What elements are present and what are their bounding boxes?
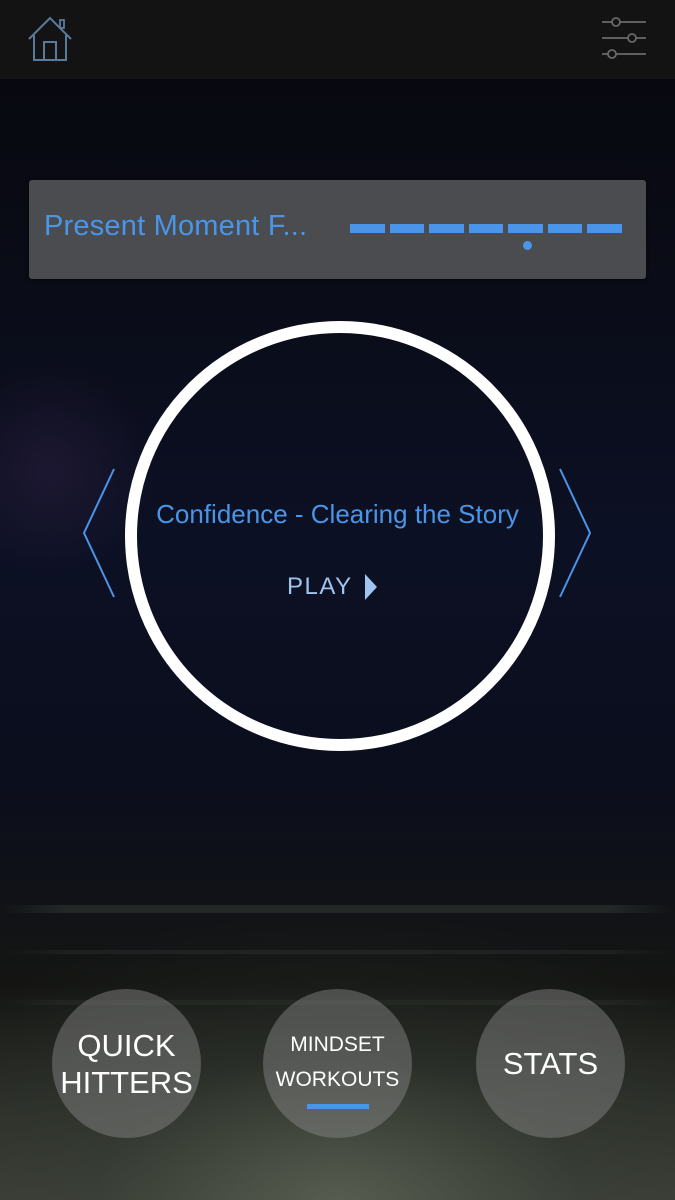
previous-session-button[interactable] (80, 467, 116, 599)
home-icon (28, 16, 72, 61)
nav-quick-hitters-button[interactable]: QUICK HITTERS (52, 989, 201, 1138)
track-segment[interactable] (468, 224, 503, 233)
home-button[interactable] (26, 14, 76, 64)
nav-mindset-workouts-button[interactable]: MINDSET WORKOUTS (263, 989, 412, 1138)
nav-label-line: MINDSET (290, 1032, 385, 1056)
nav-stats-label: STATS (502, 1046, 599, 1081)
nav-stats-button[interactable]: STATS (476, 989, 625, 1138)
nav-mindset-workouts-label: MINDSET WORKOUTS (263, 1027, 412, 1097)
active-tab-indicator (307, 1104, 369, 1109)
nav-quick-hitters-label: QUICK HITTERS (57, 1027, 197, 1101)
track-title: Present Moment F... (44, 210, 308, 242)
next-session-button[interactable] (558, 467, 594, 599)
nav-label-line: HITTERS (60, 1064, 193, 1100)
track-segment[interactable] (429, 224, 464, 233)
filter-settings-button[interactable] (600, 14, 648, 62)
play-triangle-icon (364, 574, 377, 600)
background-field-line (0, 950, 675, 954)
app-screen: Present Moment F... Confidence - Clearin… (0, 0, 675, 1200)
track-segment[interactable] (350, 224, 385, 233)
track-segment[interactable] (587, 224, 622, 233)
session-title: Confidence - Clearing the Story (156, 499, 519, 529)
track-segment-indicator (350, 224, 622, 234)
nav-label-line: WORKOUTS (275, 1067, 400, 1091)
player-ring (125, 321, 555, 751)
play-label: PLAY (287, 573, 353, 600)
chevron-right-icon (559, 468, 592, 598)
sliders-icon (602, 17, 646, 59)
background-field-line (0, 905, 675, 913)
track-segment[interactable] (389, 224, 424, 233)
selected-segment-dot (523, 241, 532, 250)
nav-label-line: QUICK (77, 1027, 176, 1063)
play-button[interactable]: PLAY (287, 570, 377, 604)
track-segment[interactable] (547, 224, 582, 233)
track-segment-selected[interactable] (508, 224, 543, 233)
chevron-left-icon (82, 468, 115, 598)
track-selector[interactable]: Present Moment F... (29, 180, 646, 279)
top-bar (0, 0, 675, 79)
